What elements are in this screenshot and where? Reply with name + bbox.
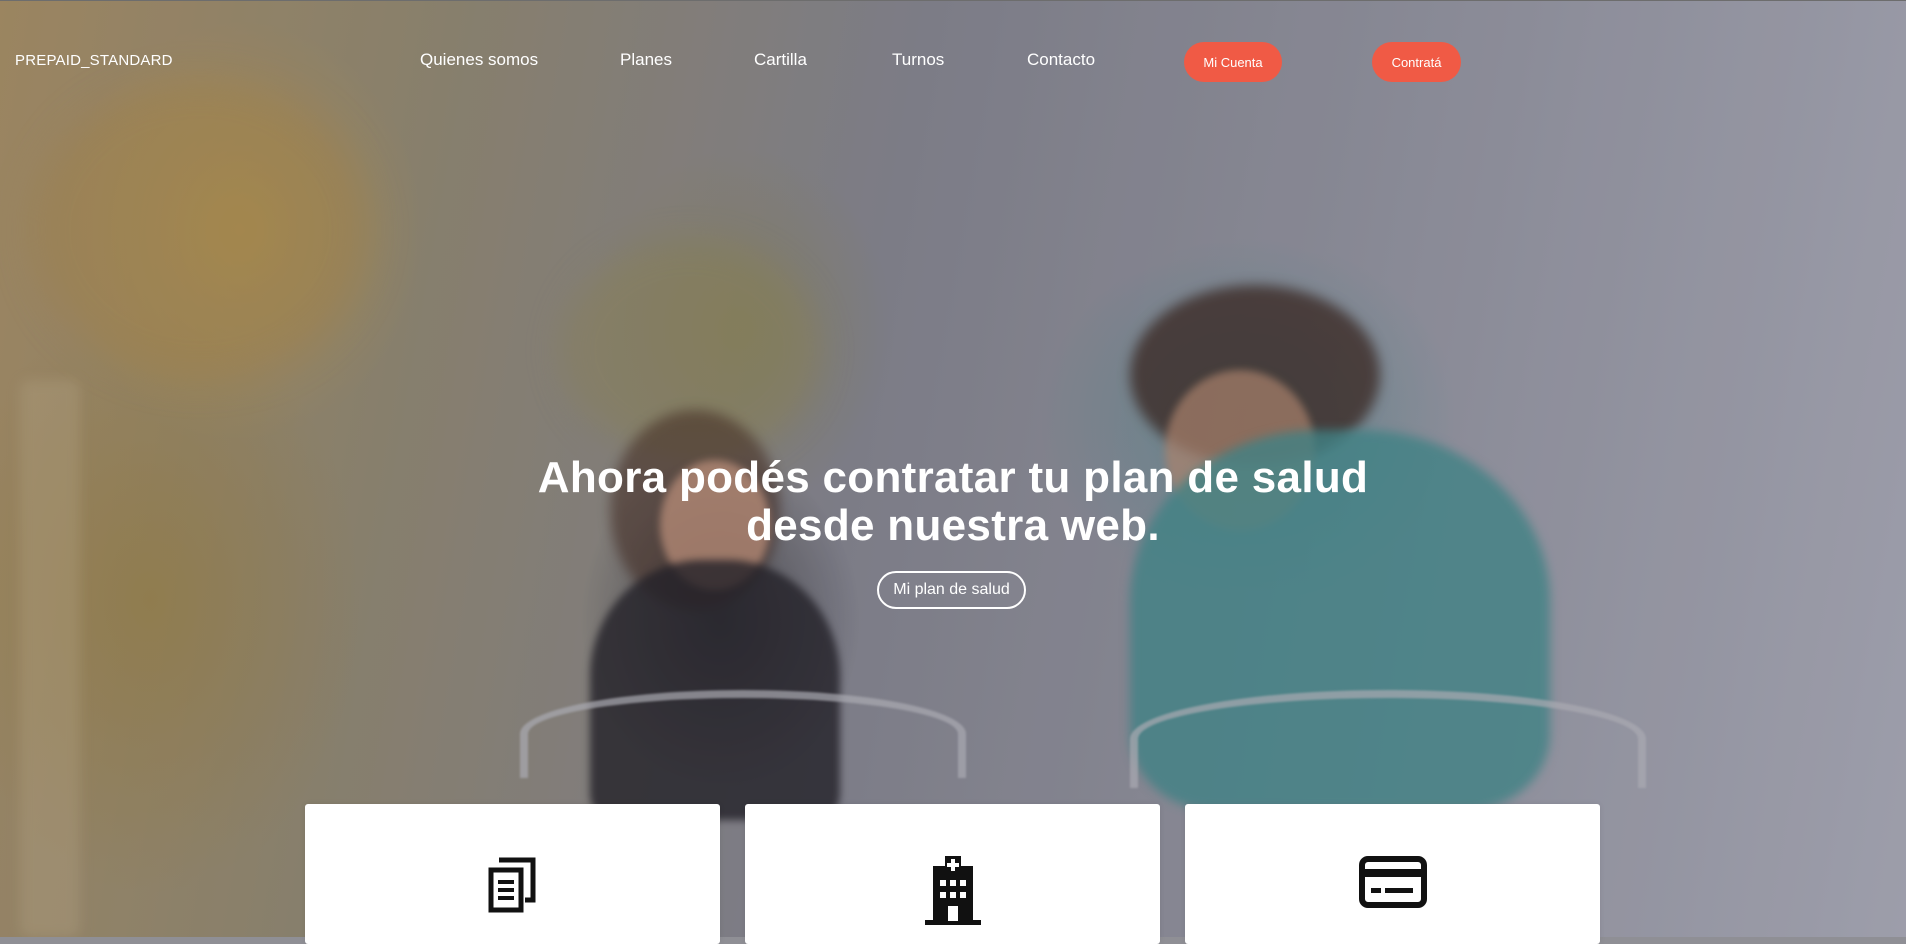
- hospital-icon: [923, 856, 983, 931]
- nav-link-quienes-somos[interactable]: Quienes somos: [420, 50, 538, 70]
- feature-card-documents[interactable]: [305, 804, 720, 944]
- my-health-plan-button[interactable]: Mi plan de salud: [877, 571, 1026, 609]
- feature-card-payment[interactable]: [1185, 804, 1600, 944]
- nav-link-cartilla[interactable]: Cartilla: [754, 50, 807, 70]
- contract-button[interactable]: Contratá: [1372, 42, 1461, 82]
- hero-title-line-2: desde nuestra web.: [746, 501, 1160, 550]
- documents-icon: [485, 856, 537, 919]
- brand-logo[interactable]: PREPAID_STANDARD: [15, 52, 173, 69]
- hero-title-line-1: Ahora podés contratar tu plan de salud: [537, 453, 1369, 502]
- hero-title: Ahora podés contratar tu plan de salud d…: [453, 454, 1453, 550]
- my-account-button[interactable]: Mi Cuenta: [1184, 42, 1282, 82]
- feature-card-hospital[interactable]: [745, 804, 1160, 944]
- top-border: [0, 0, 1906, 1]
- nav-link-planes[interactable]: Planes: [620, 50, 672, 70]
- credit-card-icon: [1359, 856, 1427, 913]
- nav-link-contacto[interactable]: Contacto: [1027, 50, 1095, 70]
- nav-link-turnos[interactable]: Turnos: [892, 50, 944, 70]
